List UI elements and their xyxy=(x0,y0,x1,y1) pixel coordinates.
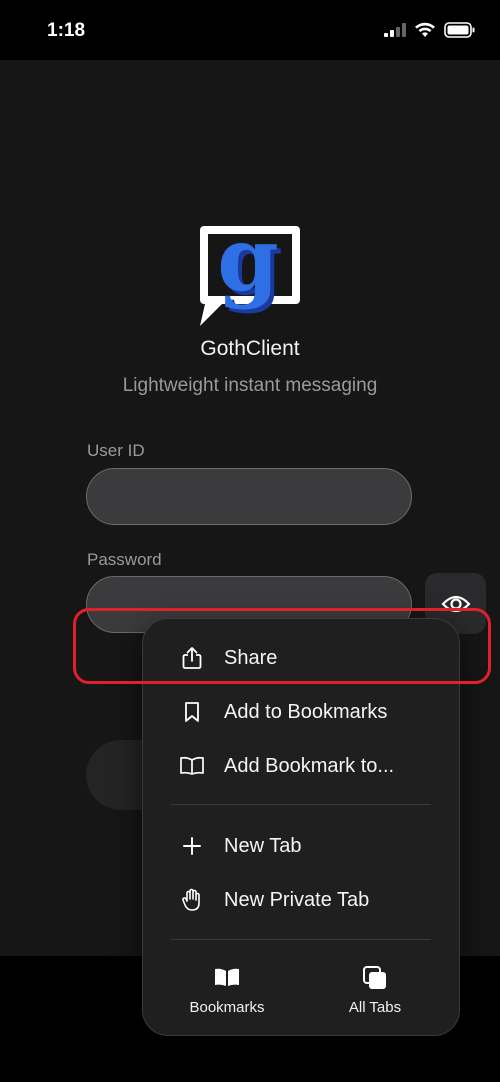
app-name: GothClient xyxy=(200,337,300,360)
menu-item-new-tab[interactable]: New Tab xyxy=(143,819,459,873)
menu-item-label: Add Bookmark to... xyxy=(224,754,395,777)
bookmarks-tab-button[interactable]: Bookmarks xyxy=(167,959,287,1021)
menu-item-label: New Tab xyxy=(224,834,302,857)
browser-context-menu: Share Add to Bookmarks Add Bookmark to..… xyxy=(142,618,460,1036)
menu-item-add-bookmark-to[interactable]: Add Bookmark to... xyxy=(143,739,459,793)
bookmarks-book-icon xyxy=(215,968,239,986)
tab-label: All Tabs xyxy=(348,999,402,1016)
user-id-label: User ID xyxy=(87,441,145,460)
password-label: Password xyxy=(87,550,162,569)
menu-item-add-to-bookmarks[interactable]: Add to Bookmarks xyxy=(143,685,459,739)
menu-item-share[interactable]: Share xyxy=(143,631,459,685)
status-bar: 1:18 xyxy=(0,0,500,60)
cellular-signal-icon xyxy=(384,23,406,37)
share-icon xyxy=(179,645,205,671)
user-id-input[interactable] xyxy=(86,468,412,525)
menu-item-label: New Private Tab xyxy=(224,888,370,911)
menu-divider xyxy=(171,939,431,940)
tabs-icon xyxy=(363,966,386,989)
menu-divider xyxy=(171,804,431,805)
bookmark-icon xyxy=(179,699,205,725)
hand-icon xyxy=(179,887,205,913)
logo-letter: g xyxy=(217,222,279,311)
all-tabs-button[interactable]: All Tabs xyxy=(315,959,435,1021)
tab-label: Bookmarks xyxy=(189,999,265,1016)
app-tagline: Lightweight instant messaging xyxy=(122,375,378,396)
menu-item-label: Share xyxy=(224,646,278,669)
status-icons xyxy=(384,22,476,38)
gothclient-logo: g g xyxy=(200,222,300,326)
status-time: 1:18 xyxy=(47,20,86,41)
menu-item-label: Add to Bookmarks xyxy=(224,700,388,723)
wifi-icon xyxy=(415,22,435,37)
eye-icon xyxy=(440,595,471,612)
plus-icon xyxy=(179,833,205,859)
menu-item-new-private-tab[interactable]: New Private Tab xyxy=(143,873,459,927)
battery-icon xyxy=(444,22,475,38)
book-icon xyxy=(179,753,205,779)
